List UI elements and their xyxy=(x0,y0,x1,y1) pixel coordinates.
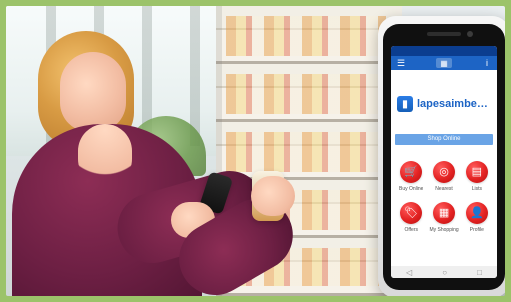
brand: ▮ lapesaimbengila xyxy=(397,92,491,116)
app-bar: ☰ ▦ i xyxy=(391,56,497,70)
cart-icon-glyph: 🛒 xyxy=(404,166,419,178)
user-icon: 👤 xyxy=(465,202,488,224)
tile-buy-online[interactable]: 🛒 Buy Online xyxy=(399,161,423,192)
status-bar xyxy=(391,46,497,56)
home-icon[interactable]: ○ xyxy=(442,268,447,277)
tag-icon: 🏷 xyxy=(400,202,423,224)
brand-mark-icon: ▮ xyxy=(397,96,413,112)
brand-mark-glyph: ▮ xyxy=(402,98,408,110)
grid-icon-glyph: ▦ xyxy=(438,207,450,219)
tile-label: Nearest xyxy=(435,186,453,192)
system-navbar: ◁ ○ □ xyxy=(391,266,497,278)
app-logo-icon[interactable]: ▦ xyxy=(436,58,452,68)
phone-screen: ☰ ▦ i ▮ lapesaimbengila Shop Online xyxy=(391,46,497,278)
grid-icon: ▦ xyxy=(433,202,456,224)
app-logo-glyph: ▦ xyxy=(440,58,448,68)
target-icon: ◎ xyxy=(433,161,456,183)
face xyxy=(60,52,126,132)
neckline xyxy=(78,124,132,186)
tile-lists[interactable]: ▤ Lists xyxy=(465,161,489,192)
tile-label: Offers xyxy=(404,227,418,233)
user-icon-glyph: 👤 xyxy=(469,207,484,219)
promo-image: ☰ ▦ i ▮ lapesaimbengila Shop Online xyxy=(6,6,505,296)
tile-label: My Shopping xyxy=(429,227,459,233)
menu-icon[interactable]: ☰ xyxy=(395,57,407,69)
target-icon-glyph: ◎ xyxy=(439,166,449,178)
tile-label: Lists xyxy=(471,186,482,192)
list-icon: ▤ xyxy=(465,161,488,183)
menu-icon-glyph: ☰ xyxy=(396,58,406,68)
brand-name: lapesaimbengila xyxy=(417,98,491,110)
tile-profile[interactable]: 👤 Profile xyxy=(465,202,489,233)
smartphone: ☰ ▦ i ▮ lapesaimbengila Shop Online xyxy=(378,16,505,296)
tile-nearest[interactable]: ◎ Nearest xyxy=(429,161,458,192)
speaker-grille xyxy=(427,32,461,36)
tile-offers[interactable]: 🏷 Offers xyxy=(399,202,423,233)
list-icon-glyph: ▤ xyxy=(471,166,483,178)
tile-label: Profile xyxy=(469,227,484,233)
info-icon-glyph: i xyxy=(486,58,488,68)
info-icon[interactable]: i xyxy=(481,57,493,69)
action-grid: 🛒 Buy Online ◎ Nearest ▤ Lists 🏷 Offers … xyxy=(399,161,489,233)
hand-right xyxy=(251,176,295,216)
woman-shopper xyxy=(6,6,336,296)
cart-icon: 🛒 xyxy=(400,161,423,183)
front-camera xyxy=(467,31,473,37)
tile-my-shopping[interactable]: ▦ My Shopping xyxy=(429,202,459,233)
tag-icon-glyph: 🏷 xyxy=(404,207,419,219)
shop-online-button[interactable]: Shop Online xyxy=(395,134,493,145)
back-icon[interactable]: ◁ xyxy=(406,268,412,277)
tile-label: Buy Online xyxy=(399,186,424,192)
phone-bezel: ☰ ▦ i ▮ lapesaimbengila Shop Online xyxy=(383,24,505,290)
recent-apps-icon[interactable]: □ xyxy=(477,268,482,277)
